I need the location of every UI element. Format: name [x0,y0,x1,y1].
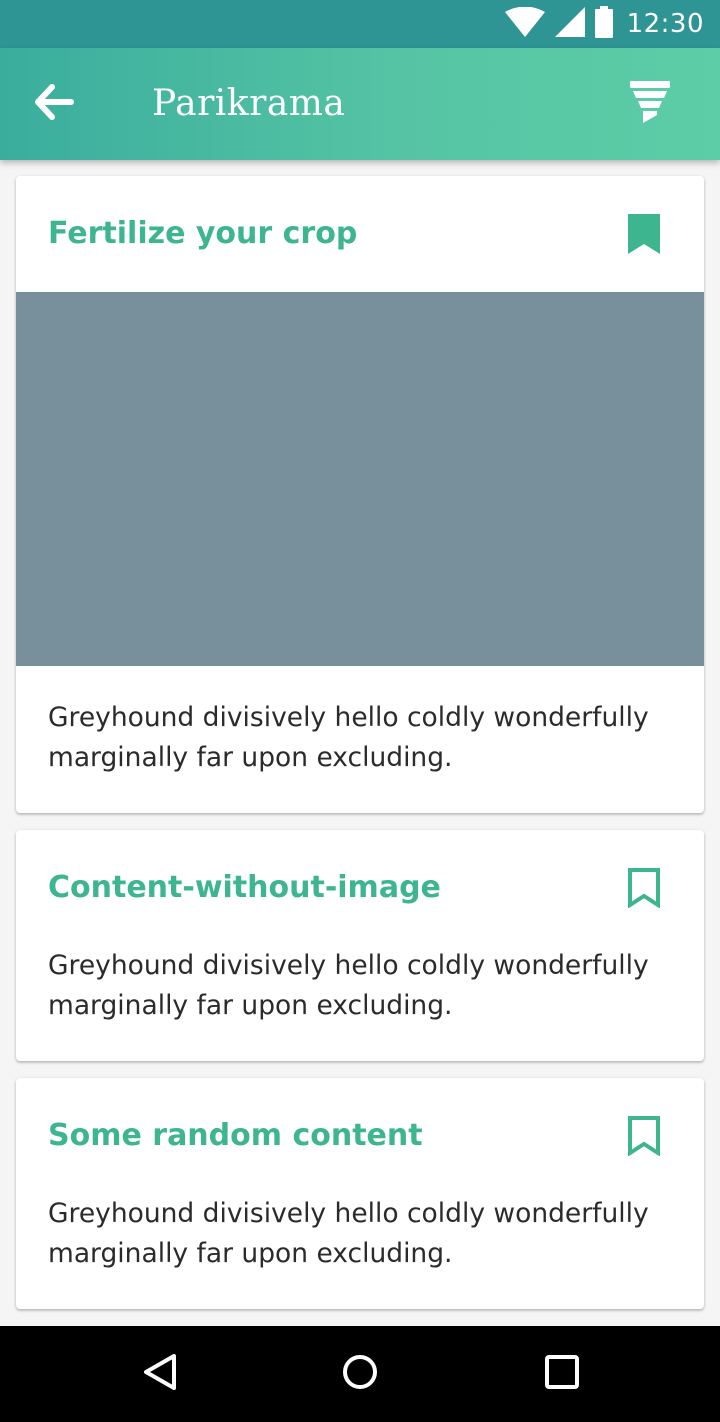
app-screen: 12:30 Parikrama Fertilize your crop Grey… [0,0,720,1422]
status-bar: 12:30 [0,0,720,48]
content-card[interactable]: Content-without-image Greyhound divisive… [16,830,704,1061]
system-nav-bar [0,1326,720,1422]
card-body: Greyhound divisively hello coldly wonder… [48,702,649,773]
app-title: Parikrama [152,83,346,124]
card-image [16,292,704,666]
bookmark-outline-icon [628,868,660,912]
card-body: Greyhound divisively hello coldly wonder… [48,950,649,1021]
card-title: Fertilize your crop [48,216,358,251]
app-bar: Parikrama [0,48,720,160]
nav-back-button[interactable] [134,1348,186,1400]
nav-home-button[interactable] [334,1348,386,1400]
filter-button[interactable] [624,78,676,130]
bookmark-filled-icon [628,214,660,258]
arrow-left-icon [34,84,74,124]
content-feed[interactable]: Fertilize your crop Greyhound divisively… [0,160,720,1326]
card-body: Greyhound divisively hello coldly wonder… [48,1198,649,1269]
card-title: Content-without-image [48,870,441,905]
nav-recents-button[interactable] [536,1348,588,1400]
back-button[interactable] [26,76,82,132]
home-circle-icon [342,1354,378,1394]
content-card[interactable]: Fertilize your crop Greyhound divisively… [16,176,704,813]
cellular-signal-icon [554,7,585,41]
bookmark-button[interactable] [624,866,664,914]
bookmark-button[interactable] [624,212,664,260]
wifi-icon [504,6,545,41]
filter-icon [630,81,670,127]
content-card[interactable]: Some random content Greyhound divisively… [16,1078,704,1309]
card-title: Some random content [48,1118,423,1153]
bookmark-outline-icon [628,1116,660,1160]
status-icons: 12:30 [504,0,704,48]
status-time: 12:30 [626,9,704,39]
back-triangle-icon [142,1353,178,1395]
recents-square-icon [545,1355,579,1393]
battery-icon [594,6,613,42]
bookmark-button[interactable] [624,1114,664,1162]
